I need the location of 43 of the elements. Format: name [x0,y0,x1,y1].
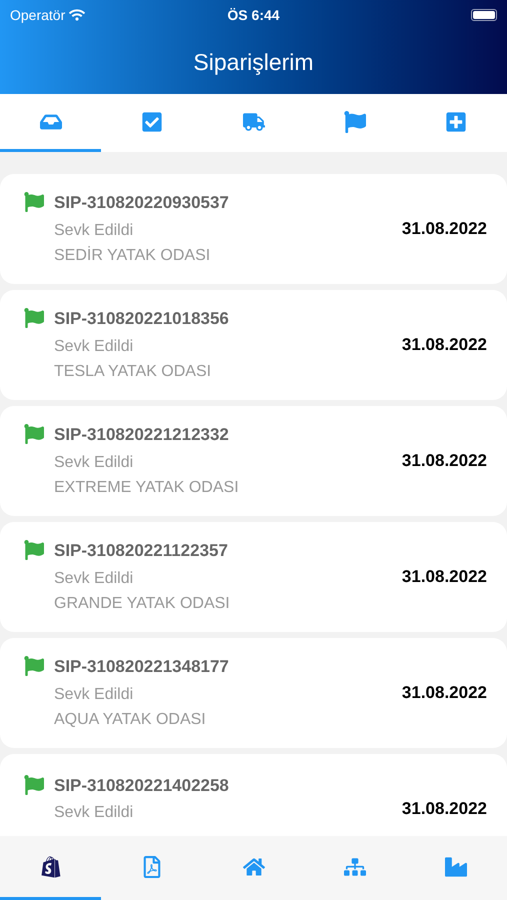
order-card[interactable]: SIP-310820221402258 Sevk Edildi 31.08.2022 [0,754,507,836]
page-title: Siparişlerim [193,48,314,77]
pdf-icon [141,856,164,878]
order-card[interactable]: SIP-310820221348177 Sevk Edildi AQUA YATAK ODASI 31.08.2022 [0,638,507,748]
order-code: SIP-310820221122357 [54,540,229,562]
order-name: AQUA YATAK ODASI [54,710,207,730]
shopping-bag-icon [40,856,62,878]
order-date: 31.08.2022 [402,566,487,588]
order-name: TESLA YATAK ODASI [54,362,212,382]
order-code: SIP-310820220930537 [54,192,229,214]
home-icon [242,856,265,878]
order-date: 31.08.2022 [402,450,487,472]
order-date: 31.08.2022 [402,682,487,704]
factory-icon [445,856,468,878]
order-name: GRANDE YATAK ODASI [54,594,230,614]
flag-icon [344,110,366,132]
order-status: Sevk Edildi [54,803,134,824]
order-status: Sevk Edildi [54,568,134,589]
hierarchy-icon [344,856,366,878]
order-card[interactable]: SIP-310820220930537 Sevk Edildi SEDİR YATAK ODASI 31.08.2022 [0,174,507,284]
wifi-icon [69,7,86,23]
order-status: Sevk Edildi [54,452,134,473]
carrier-name: Operatör [10,6,66,25]
order-name: SEDİR YATAK ODASI [54,245,212,266]
order-card[interactable]: SIP-310820221018356 Sevk Edildi TESLA YATAK ODASI 31.08.2022 [0,290,507,400]
order-status: Sevk Edildi [54,684,134,705]
order-name: EXTREME YATAK ODASI [54,478,239,498]
status-time: ÖS 6:44 [227,6,280,24]
checkbox-icon [141,110,164,132]
battery-icon [470,9,497,21]
order-status: Sevk Edildi [54,220,134,241]
order-code: SIP-310820221348177 [54,656,229,678]
order-code: SIP-310820221018356 [54,308,229,330]
order-status: Sevk Edildi [54,336,134,357]
truck-icon [242,110,265,132]
order-date: 31.08.2022 [402,798,487,820]
order-date: 31.08.2022 [402,334,487,356]
order-code: SIP-310820221212332 [54,424,230,446]
plus-icon [445,110,468,132]
order-date: 31.08.2022 [402,218,487,240]
order-code: SIP-310820221402258 [54,774,229,797]
order-card[interactable]: SIP-310820221212332 Sevk Edildi EXTREME YATAK ODASI 31.08.2022 [0,406,507,516]
order-card[interactable]: SIP-310820221122357 Sevk Edildi GRANDE YATAK ODASI 31.08.2022 [0,522,507,632]
